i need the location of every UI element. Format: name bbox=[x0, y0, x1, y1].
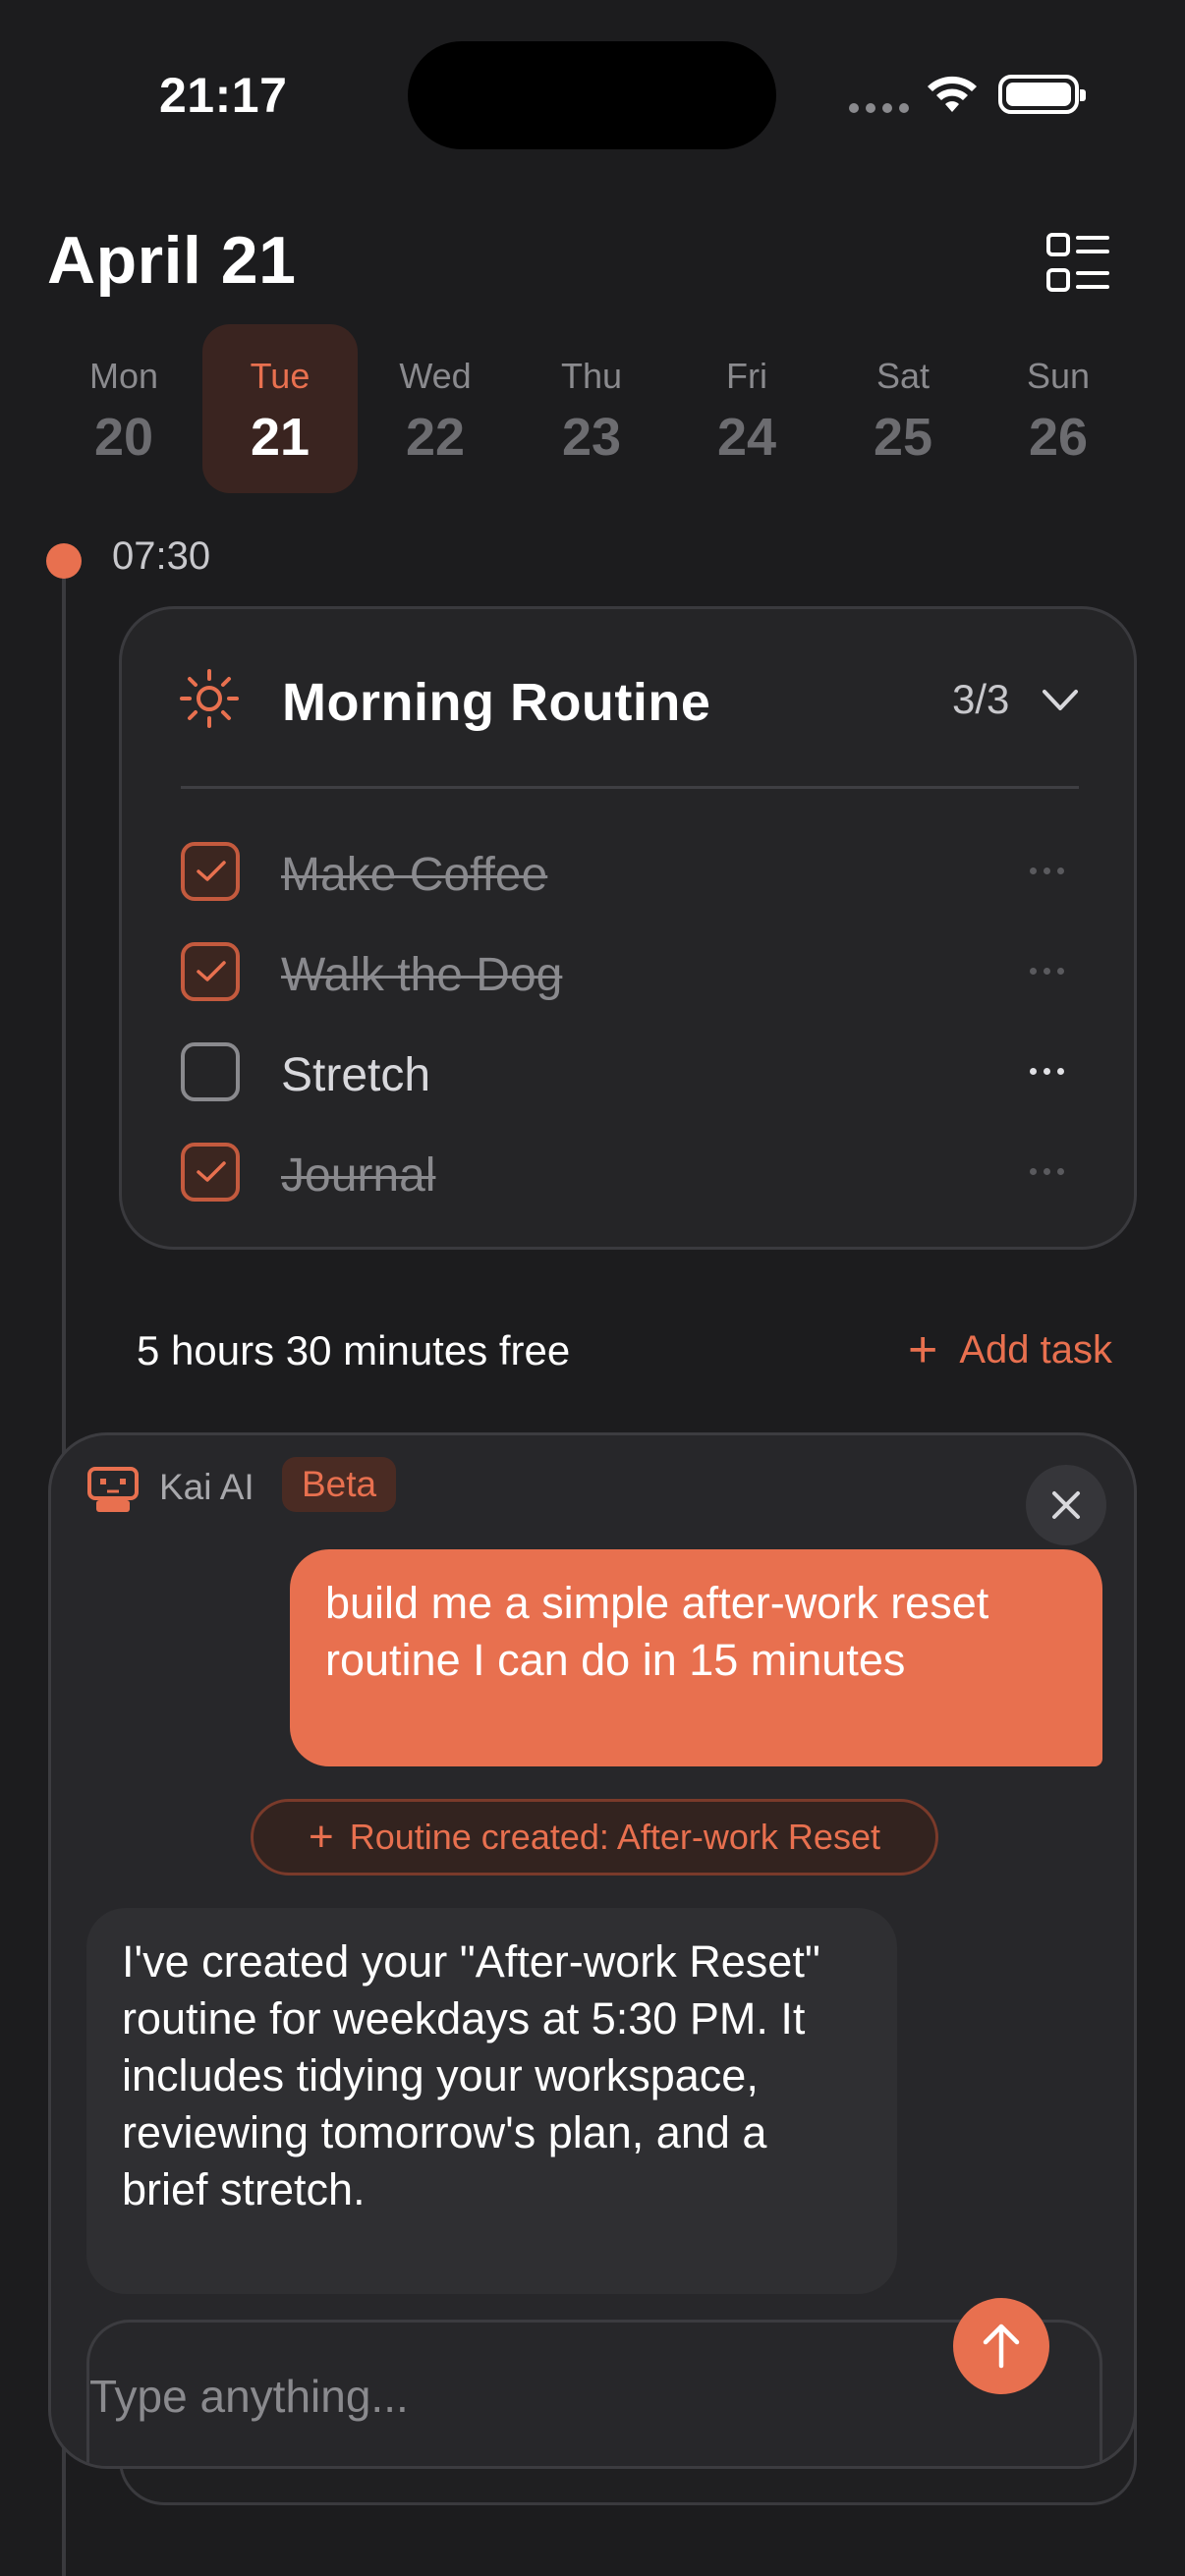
list-view-icon[interactable] bbox=[1045, 230, 1110, 297]
task-checkbox[interactable] bbox=[181, 942, 240, 1001]
day-sun[interactable]: Sun 26 bbox=[981, 324, 1136, 493]
sun-icon bbox=[180, 669, 239, 728]
more-options-icon[interactable] bbox=[1022, 956, 1071, 985]
day-tue[interactable]: Tue 21 bbox=[202, 324, 358, 493]
free-time-label: 5 hours 30 minutes free bbox=[137, 1327, 571, 1373]
day-name: Fri bbox=[726, 356, 767, 396]
day-name: Mon bbox=[88, 356, 159, 396]
robot-icon bbox=[87, 1467, 139, 1512]
checkmark-icon bbox=[197, 1161, 226, 1182]
task-checkbox[interactable] bbox=[181, 1042, 240, 1101]
task-label: Make Coffee bbox=[281, 849, 548, 901]
wifi-icon bbox=[928, 76, 977, 112]
bot-name: Kai AI bbox=[159, 1467, 254, 1507]
day-date: 21 bbox=[250, 408, 310, 467]
day-name: Wed bbox=[399, 356, 472, 396]
dynamic-island bbox=[408, 41, 776, 149]
task-label: Walk the Dog bbox=[281, 949, 563, 1001]
plus-icon: + bbox=[908, 1321, 938, 1378]
task-item-journal: Journal bbox=[181, 1133, 1079, 1211]
day-date: 22 bbox=[405, 408, 466, 467]
routine-created-chip[interactable]: + Routine created: After-work Reset bbox=[251, 1799, 938, 1876]
add-task-label: Add task bbox=[959, 1327, 1113, 1372]
chat-input-bar bbox=[86, 2320, 1102, 2466]
task-label: Stretch bbox=[281, 1049, 431, 1101]
ai-message-bubble: I've created your "After-work Reset" rou… bbox=[86, 1908, 897, 2294]
plus-icon: + bbox=[309, 1813, 334, 1861]
more-options-icon[interactable] bbox=[1022, 1056, 1071, 1086]
day-date: 25 bbox=[873, 408, 933, 467]
task-checkbox[interactable] bbox=[181, 842, 240, 901]
task-checkbox[interactable] bbox=[181, 1143, 240, 1202]
week-strip: Mon 20 Tue 21 Wed 22 Thu 23 Fri 24 Sat 25 Sun 2… bbox=[0, 324, 1185, 493]
task-item-make-coffee: Make Coffee bbox=[181, 832, 1079, 911]
day-name: Thu bbox=[560, 356, 623, 396]
more-options-icon[interactable] bbox=[1022, 856, 1071, 885]
task-item-stretch: Stretch bbox=[181, 1033, 1079, 1111]
close-icon bbox=[1052, 1491, 1080, 1519]
day-date: 20 bbox=[93, 408, 154, 467]
day-thu[interactable]: Thu 23 bbox=[514, 324, 669, 493]
day-name: Tue bbox=[250, 356, 310, 396]
routine-progress-count: 3/3 bbox=[952, 676, 1010, 722]
send-button[interactable] bbox=[953, 2298, 1049, 2394]
arrow-up-icon bbox=[983, 2324, 1020, 2369]
day-name: Sat bbox=[875, 356, 931, 396]
day-wed[interactable]: Wed 22 bbox=[358, 324, 513, 493]
beta-badge: Beta bbox=[282, 1457, 397, 1512]
chevron-down-icon[interactable] bbox=[1041, 688, 1080, 713]
task-label: Journal bbox=[281, 1149, 436, 1202]
more-options-icon[interactable] bbox=[1022, 1156, 1071, 1186]
add-task-button[interactable]: + Add task bbox=[908, 1321, 1113, 1378]
day-date: 23 bbox=[561, 408, 622, 467]
close-button[interactable] bbox=[1026, 1465, 1106, 1545]
app-screen: 21:17 April 21 Mon 20 Tue 21 Wed 22 Thu 23 F… bbox=[0, 0, 1185, 2576]
battery-icon bbox=[998, 75, 1086, 114]
routine-created-label: Routine created: After-work Reset bbox=[349, 1817, 880, 1857]
day-date: 26 bbox=[1028, 408, 1089, 467]
routine-title: Morning Routine bbox=[282, 673, 711, 732]
day-mon[interactable]: Mon 20 bbox=[46, 324, 201, 493]
time-label: 07:30 bbox=[112, 534, 211, 578]
task-item-walk-the-dog: Walk the Dog bbox=[181, 932, 1079, 1011]
checkmark-icon bbox=[197, 861, 226, 881]
checkmark-icon bbox=[197, 961, 226, 981]
day-name: Sun bbox=[1026, 356, 1091, 396]
day-sat[interactable]: Sat 25 bbox=[825, 324, 981, 493]
page-title: April 21 bbox=[47, 223, 297, 298]
card-divider bbox=[181, 786, 1079, 789]
cellular-signal-icon bbox=[849, 103, 909, 113]
day-fri[interactable]: Fri 24 bbox=[669, 324, 824, 493]
chat-input[interactable] bbox=[89, 2362, 974, 2431]
status-time: 21:17 bbox=[159, 68, 288, 123]
user-message-bubble: build me a simple after-work reset routi… bbox=[290, 1549, 1102, 1766]
timeline-dot bbox=[46, 543, 82, 579]
day-date: 24 bbox=[716, 408, 777, 467]
routine-card[interactable]: Morning Routine 3/3 Make Coffee Walk the… bbox=[119, 606, 1137, 1250]
